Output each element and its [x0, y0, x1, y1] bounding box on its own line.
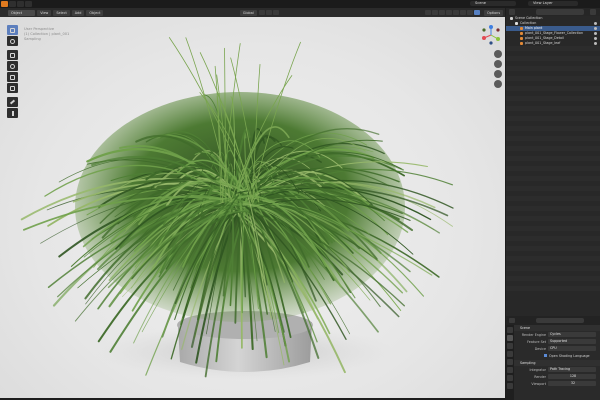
snap-icon[interactable]	[265, 10, 272, 15]
window-icon[interactable]	[25, 1, 32, 7]
viewport-info-overlay: User Perspective (1) Collection | plant_…	[24, 27, 69, 42]
viewport-header: Object Mode View Select Add Object Globa…	[0, 8, 505, 21]
scene-tab-icon[interactable]	[507, 359, 513, 365]
proportional-edit-icon[interactable]	[272, 10, 279, 15]
annotate-tool[interactable]	[7, 97, 18, 107]
gizmo-neg-x-icon	[496, 28, 500, 32]
modifier-tab-icon[interactable]	[507, 383, 513, 389]
options-dropdown[interactable]: Options	[484, 9, 504, 16]
tool-shelf	[7, 25, 18, 119]
properties-panel: Scene Render Engine Cycles Feature Set S…	[514, 325, 600, 400]
overlay-toggle-icon[interactable]	[439, 10, 446, 15]
outliner-header	[506, 8, 600, 16]
scale-tool[interactable]	[7, 72, 18, 82]
visibility-eye-icon[interactable]	[594, 27, 597, 30]
object-menu[interactable]: Object	[86, 9, 104, 16]
tool-tab-icon[interactable]	[507, 327, 513, 333]
world-tab-icon[interactable]	[507, 367, 513, 373]
filter-icon[interactable]	[590, 9, 596, 15]
properties-tabs	[506, 325, 514, 400]
visibility-eye-icon[interactable]	[594, 32, 597, 35]
osl-row: Open Shading Language	[514, 352, 600, 359]
visibility-eye-icon[interactable]	[594, 42, 597, 45]
osl-checkbox[interactable]	[544, 354, 547, 357]
move-tool[interactable]	[7, 50, 18, 60]
shading-wireframe-icon[interactable]	[453, 10, 460, 15]
shading-material-icon[interactable]	[467, 10, 474, 15]
editor-menu-icon[interactable]	[9, 1, 16, 7]
osl-label: Open Shading Language	[549, 353, 590, 358]
gizmo-y-icon	[496, 37, 500, 41]
object-icon	[520, 36, 523, 40]
outliner-row-stage-leaf[interactable]: plant_001_Stage_leaf	[506, 41, 600, 46]
outliner-search-input[interactable]	[536, 9, 584, 15]
view-layer-selector[interactable]: View Layer	[528, 1, 578, 6]
visibility-eye-icon[interactable]	[594, 22, 597, 25]
viewport-samples-row: Viewport 32	[514, 380, 600, 387]
orientation-dropdown[interactable]: Global	[239, 9, 257, 16]
integrator-row: Integrator Path Tracing	[514, 366, 600, 373]
properties-editor-icon[interactable]	[509, 318, 515, 323]
cursor-tool[interactable]	[7, 36, 18, 46]
object-tab-icon[interactable]	[507, 375, 513, 381]
visibility-eye-icon[interactable]	[594, 37, 597, 40]
render-tab-icon[interactable]	[507, 335, 513, 341]
gizmo-z-icon	[489, 25, 493, 29]
gizmo-x-icon	[482, 36, 486, 40]
properties-header	[506, 316, 600, 325]
gizmo-toggle-icon[interactable]	[432, 10, 439, 15]
pan-hand-icon[interactable]	[494, 60, 502, 68]
feature-set-row: Feature Set Supported	[514, 338, 600, 345]
select-box-tool[interactable]	[7, 25, 18, 35]
collection-icon	[515, 21, 518, 25]
integrator-dropdown[interactable]: Path Tracing	[548, 367, 596, 372]
outliner-empty-area	[506, 46, 600, 296]
view-menu[interactable]: View	[37, 9, 52, 16]
perspective-toggle-icon[interactable]	[494, 80, 502, 88]
xray-icon[interactable]	[446, 10, 453, 15]
render-engine-row: Render Engine Cycles	[514, 331, 600, 338]
output-tab-icon[interactable]	[507, 343, 513, 349]
select-menu[interactable]: Select	[53, 9, 70, 16]
render-status: Sampling	[24, 37, 41, 41]
add-menu[interactable]: Add	[71, 9, 85, 16]
top-bar: Scene View Layer	[0, 0, 600, 8]
scene-collection-icon	[510, 16, 513, 20]
render-samples-row: Render 128	[514, 373, 600, 380]
mode-dropdown[interactable]: Object Mode	[8, 9, 36, 21]
object-icon	[520, 41, 523, 45]
rotate-tool[interactable]	[7, 61, 18, 71]
outliner-editor-icon[interactable]	[509, 9, 515, 15]
outliner-empty-row	[506, 291, 600, 296]
outliner-panel: Scene Collection Collection Main plant p…	[506, 16, 600, 316]
object-icon	[520, 31, 523, 35]
gizmo-neg-z-icon	[489, 41, 493, 45]
gizmo-neg-y-icon	[482, 28, 486, 32]
3d-viewport[interactable]: User Perspective (1) Collection | plant_…	[0, 17, 505, 398]
shading-solid-icon[interactable]	[460, 10, 467, 15]
pivot-icon[interactable]	[258, 10, 265, 15]
navigation-gizmo[interactable]	[480, 24, 502, 46]
feature-set-dropdown[interactable]: Supported	[548, 339, 596, 344]
viewport-samples-field[interactable]: 32	[548, 381, 596, 386]
object-icon	[520, 26, 523, 30]
scene-selector[interactable]: Scene	[470, 1, 516, 6]
render-samples-field[interactable]: 128	[548, 374, 596, 379]
shading-rendered-icon[interactable]	[474, 10, 480, 15]
device-row: Device CPU	[514, 345, 600, 352]
view-layer-tab-icon[interactable]	[507, 351, 513, 357]
transform-tool[interactable]	[7, 83, 18, 93]
plant-render	[20, 37, 454, 380]
measure-tool[interactable]	[7, 108, 18, 118]
device-dropdown[interactable]: CPU	[548, 346, 596, 351]
blender-logo-icon[interactable]	[1, 1, 8, 7]
render-engine-dropdown[interactable]: Cycles	[548, 332, 596, 337]
zoom-icon[interactable]	[494, 50, 502, 58]
render-icon[interactable]	[17, 1, 24, 7]
camera-view-icon[interactable]	[494, 70, 502, 78]
properties-search-input[interactable]	[536, 318, 584, 323]
visibility-icon[interactable]	[425, 10, 432, 15]
